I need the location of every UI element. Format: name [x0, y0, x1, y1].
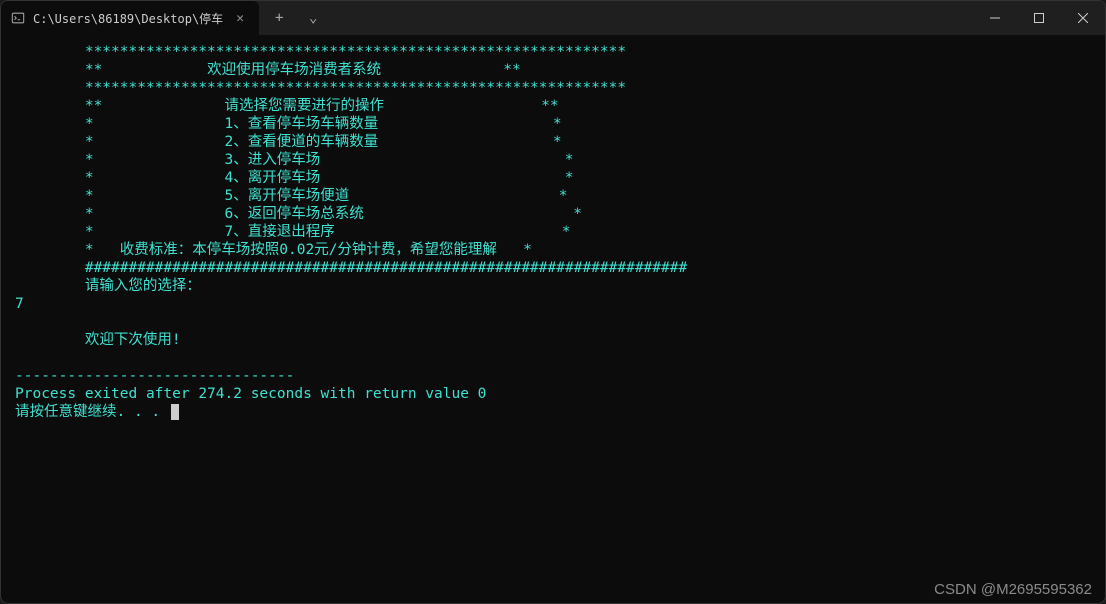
new-tab-button[interactable]: + — [263, 4, 295, 32]
output-line — [15, 313, 1101, 331]
tab-close-button[interactable]: ✕ — [231, 9, 249, 27]
tab-actions: + ⌄ — [259, 1, 333, 35]
output-line: * 1、查看停车场车辆数量 * — [15, 115, 1101, 133]
output-line: 请按任意键继续. . . — [15, 403, 1101, 421]
output-line: 请输入您的选择： — [15, 277, 1101, 295]
output-line: * 2、查看便道的车辆数量 * — [15, 133, 1101, 151]
output-line: 欢迎下次使用! — [15, 331, 1101, 349]
terminal-window: C:\Users\86189\Desktop\停车 ✕ + ⌄ ********… — [0, 0, 1106, 604]
output-line: * 3、进入停车场 * — [15, 151, 1101, 169]
tab-title: C:\Users\86189\Desktop\停车 — [33, 10, 223, 27]
output-line: * 7、直接退出程序 * — [15, 223, 1101, 241]
output-line: * 4、离开停车场 * — [15, 169, 1101, 187]
output-line: * 收费标准：本停车场按照0.02元/分钟计费，希望您能理解 * — [15, 241, 1101, 259]
tab-dropdown-button[interactable]: ⌄ — [297, 4, 329, 32]
terminal-icon — [11, 11, 25, 25]
output-line: * 6、返回停车场总系统 * — [15, 205, 1101, 223]
output-line: ########################################… — [15, 259, 1101, 277]
window-controls — [973, 1, 1105, 35]
maximize-button[interactable] — [1017, 1, 1061, 35]
output-line: * 5、离开停车场便道 * — [15, 187, 1101, 205]
active-tab[interactable]: C:\Users\86189\Desktop\停车 ✕ — [1, 1, 259, 35]
output-line: ****************************************… — [15, 79, 1101, 97]
output-line: Process exited after 274.2 seconds with … — [15, 385, 1101, 403]
titlebar: C:\Users\86189\Desktop\停车 ✕ + ⌄ — [1, 1, 1105, 35]
output-line — [15, 349, 1101, 367]
titlebar-drag-area[interactable] — [333, 1, 973, 35]
output-line: ** 欢迎使用停车场消费者系统 ** — [15, 61, 1101, 79]
close-button[interactable] — [1061, 1, 1105, 35]
output-line: ** 请选择您需要进行的操作 ** — [15, 97, 1101, 115]
terminal-output[interactable]: ****************************************… — [1, 35, 1105, 603]
watermark: CSDN @M2695595362 — [934, 581, 1092, 598]
user-input-line: 7 — [1, 295, 1101, 313]
output-line: ****************************************… — [15, 43, 1101, 61]
cursor — [171, 404, 179, 420]
output-line: -------------------------------- — [15, 367, 1101, 385]
minimize-button[interactable] — [973, 1, 1017, 35]
